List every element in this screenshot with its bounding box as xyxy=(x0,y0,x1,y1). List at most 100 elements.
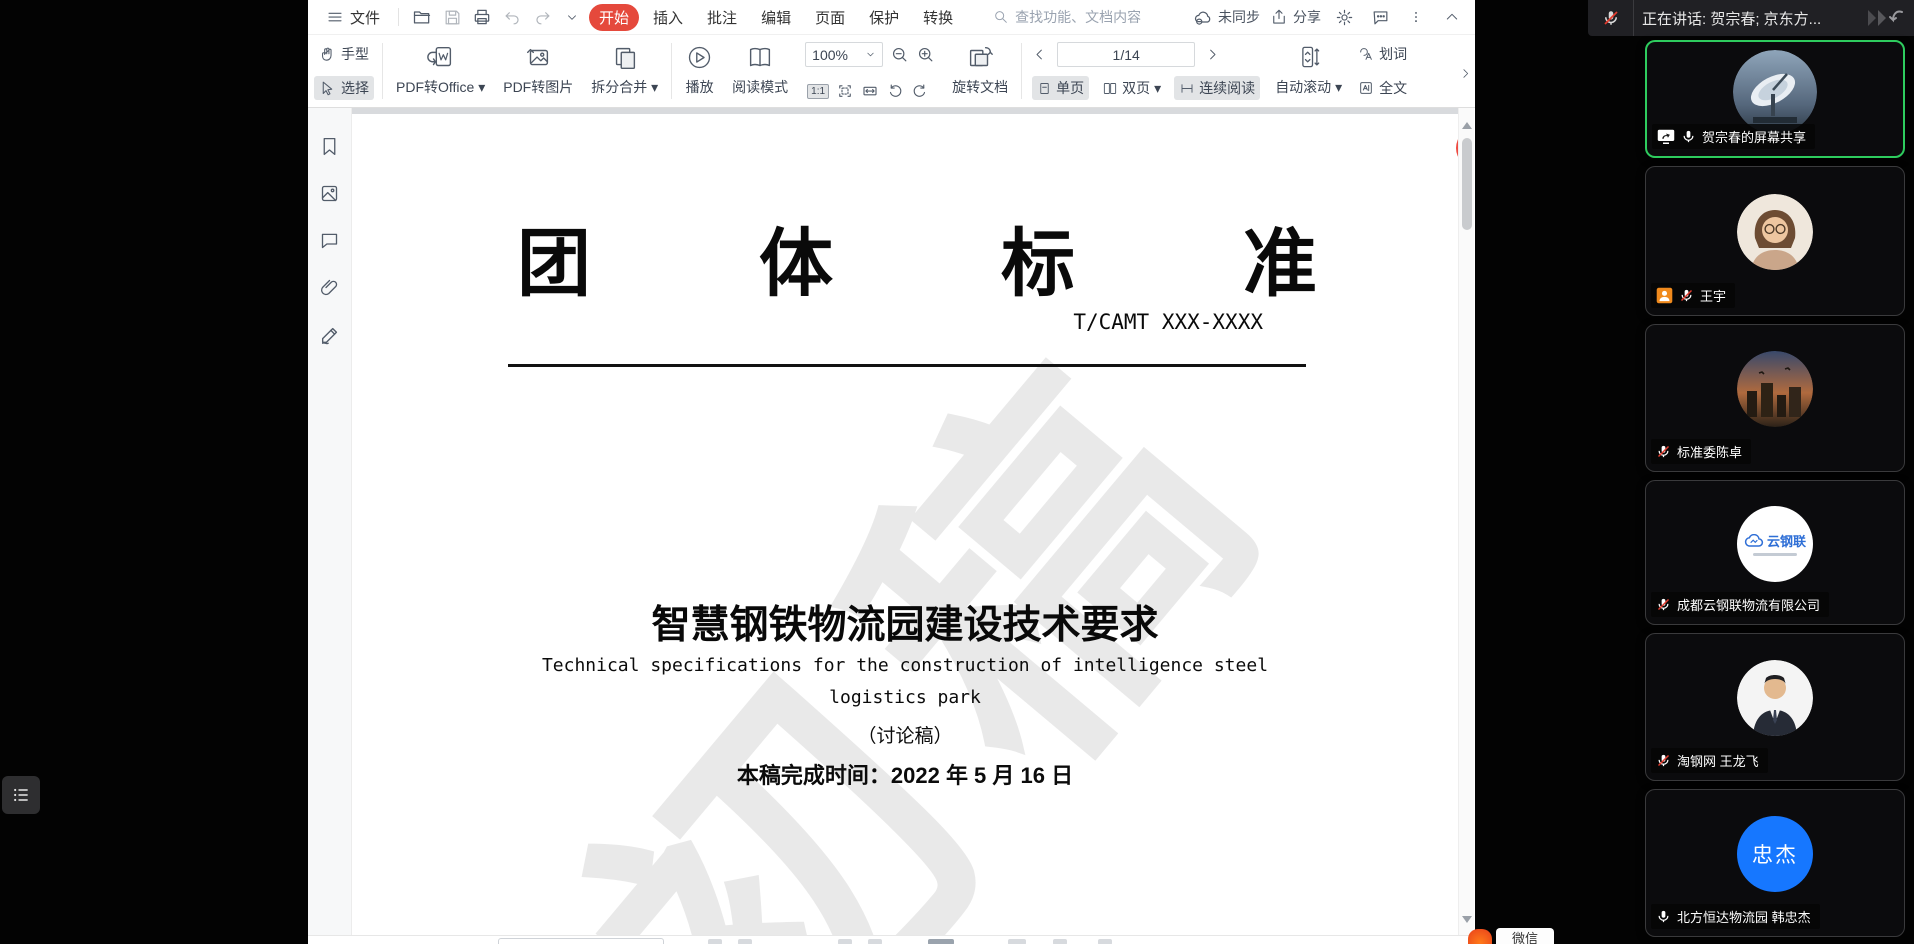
participant-tile[interactable]: 王宇 xyxy=(1645,166,1905,316)
status-icon-stub[interactable] xyxy=(738,939,752,944)
rotate-right-icon[interactable] xyxy=(911,82,929,100)
tab-insert[interactable]: 插入 xyxy=(643,4,693,31)
continuous-read-button[interactable]: 连续阅读 xyxy=(1174,76,1260,100)
document-title: 智慧钢铁物流园建设技术要求 xyxy=(352,594,1458,650)
auto-scroll-icon xyxy=(1295,43,1323,71)
chevron-down-icon xyxy=(565,10,579,24)
search-input[interactable]: 查找功能、文档内容 xyxy=(993,7,1141,27)
book-icon xyxy=(745,43,775,73)
participant-tile[interactable]: 标准委陈卓 xyxy=(1645,324,1905,472)
read-mode-button[interactable]: 阅读模式 xyxy=(723,39,797,103)
completion-date: 本稿完成时间：2022 年 5 月 16 日 xyxy=(352,758,1458,790)
bookmark-icon[interactable] xyxy=(319,136,340,157)
rotate-left-icon[interactable] xyxy=(886,82,904,100)
pdf-to-office-button[interactable]: PDF转Office ▾ xyxy=(387,39,494,103)
wechat-taskbar-icon[interactable] xyxy=(1468,929,1492,944)
tab-page[interactable]: 页面 xyxy=(805,4,855,31)
participant-tile[interactable]: 忠杰 北方恒达物流园 韩忠杰 xyxy=(1645,789,1905,937)
participant-tile[interactable]: 贺宗春的屏幕共享 xyxy=(1645,40,1905,158)
redo-button[interactable] xyxy=(529,4,555,30)
print-button[interactable] xyxy=(469,4,495,30)
gear-icon xyxy=(1335,8,1354,27)
more-quick-actions-button[interactable] xyxy=(559,4,585,30)
desktop-notes-shortcut[interactable] xyxy=(2,776,40,814)
tab-comment[interactable]: 批注 xyxy=(697,4,747,31)
cloud-off-icon xyxy=(1193,7,1213,27)
status-icon-stub[interactable] xyxy=(928,939,954,944)
zoom-level-value: 100% xyxy=(812,47,848,63)
double-page-icon xyxy=(1102,81,1118,96)
participant-tile[interactable]: 云钢联 成都云钢联物流有限公司 xyxy=(1645,480,1905,625)
auto-scroll-button[interactable]: 自动滚动 ▾ xyxy=(1266,39,1351,103)
status-icon-stub[interactable] xyxy=(868,939,882,944)
status-icon-stub[interactable] xyxy=(1008,939,1026,944)
word-translate-button[interactable]: 划词 xyxy=(1353,42,1412,66)
document-subtitle-en-1: Technical specifications for the constru… xyxy=(352,655,1458,676)
image-icon[interactable] xyxy=(319,183,340,204)
document-viewport[interactable]: 初稿 团 体 标 准 T/CAMT XXX-XXXX 智慧钢铁物流园建设技术要求… xyxy=(352,108,1458,935)
toolbar-overflow-icon[interactable] xyxy=(1459,67,1472,80)
participant-name: 标准委陈卓 xyxy=(1677,442,1742,461)
divider xyxy=(1021,43,1022,99)
zoom-level-select[interactable]: 100% xyxy=(805,42,883,67)
status-icon-stub[interactable] xyxy=(838,939,852,944)
save-button[interactable] xyxy=(439,4,465,30)
status-icon-stub[interactable] xyxy=(1053,939,1067,944)
auto-scroll-label: 自动滚动 ▾ xyxy=(1275,77,1342,97)
meeting-bar-controls[interactable] xyxy=(1862,6,1908,30)
avatar: 云钢联 xyxy=(1737,506,1813,582)
fit-width-icon[interactable] xyxy=(861,82,879,100)
meeting-status-bar: 正在讲话: 贺宗春; 京东方... xyxy=(1588,0,1914,36)
rotate-document-button[interactable]: 旋转文档 xyxy=(943,39,1017,103)
participant-name: 北方恒达物流园 韩忠杰 xyxy=(1677,907,1811,926)
full-translate-button[interactable]: 全文 xyxy=(1353,76,1412,100)
sync-status[interactable]: 未同步 xyxy=(1193,7,1260,27)
collapse-toolbar-button[interactable] xyxy=(1439,4,1465,30)
participant-tile[interactable]: 淘钢网 王龙飞 xyxy=(1645,633,1905,781)
tab-home[interactable]: 开始 xyxy=(589,4,639,31)
document-scrollbar[interactable] xyxy=(1458,108,1474,935)
split-merge-button[interactable]: 拆分合并 ▾ xyxy=(582,39,667,103)
status-icon-stub[interactable] xyxy=(1098,939,1112,944)
tab-edit[interactable]: 编辑 xyxy=(751,4,801,31)
more-menu-button[interactable] xyxy=(1403,4,1429,30)
desktop: 文件 开始 插入 批注 编辑 页面 保护 转换 查找功能、文档内容 xyxy=(0,0,1914,944)
comment-icon[interactable] xyxy=(319,230,340,251)
wps-window: 文件 开始 插入 批注 编辑 页面 保护 转换 查找功能、文档内容 xyxy=(308,0,1475,944)
undo-button[interactable] xyxy=(499,4,525,30)
tab-protect[interactable]: 保护 xyxy=(859,4,909,31)
scroll-up-arrow[interactable] xyxy=(1462,122,1472,129)
play-button[interactable]: 播放 xyxy=(676,39,723,103)
page-indicator[interactable]: 1/14 xyxy=(1057,42,1195,67)
scroll-down-arrow[interactable] xyxy=(1462,916,1472,923)
file-menu[interactable]: 文件 xyxy=(318,7,388,28)
full-translate-label: 全文 xyxy=(1379,78,1407,98)
hand-tool-button[interactable]: 手型 xyxy=(314,42,374,66)
share-button[interactable]: 分享 xyxy=(1270,7,1321,27)
next-page-icon[interactable] xyxy=(1205,47,1220,62)
tab-convert[interactable]: 转换 xyxy=(913,4,963,31)
open-button[interactable] xyxy=(409,4,435,30)
status-page-input[interactable] xyxy=(498,938,664,944)
actual-size-button[interactable]: 1:1 xyxy=(807,84,829,99)
status-icon-stub[interactable] xyxy=(708,939,722,944)
fit-page-icon[interactable] xyxy=(836,82,854,100)
avatar xyxy=(1733,50,1817,134)
select-tool-button[interactable]: 选择 xyxy=(314,76,374,100)
pdf-to-image-button[interactable]: PDF转图片 xyxy=(494,39,582,103)
company-logo-text: 云钢联 xyxy=(1767,531,1806,550)
scrollbar-thumb[interactable] xyxy=(1462,138,1472,230)
zoom-in-icon[interactable] xyxy=(916,45,935,64)
prev-page-icon[interactable] xyxy=(1032,47,1047,62)
single-page-button[interactable]: 单页 xyxy=(1032,76,1089,100)
zoom-out-icon[interactable] xyxy=(890,45,909,64)
settings-button[interactable] xyxy=(1331,4,1357,30)
play-label: 播放 xyxy=(686,77,714,97)
signature-stamp-icon[interactable] xyxy=(319,324,341,346)
meeting-mic-button[interactable] xyxy=(1588,0,1634,36)
hamburger-icon xyxy=(326,8,344,26)
feedback-button[interactable] xyxy=(1367,4,1393,30)
double-page-button[interactable]: 双页 ▾ xyxy=(1097,76,1166,100)
hand-tool-label: 手型 xyxy=(341,44,369,64)
attachment-icon[interactable] xyxy=(319,277,340,298)
